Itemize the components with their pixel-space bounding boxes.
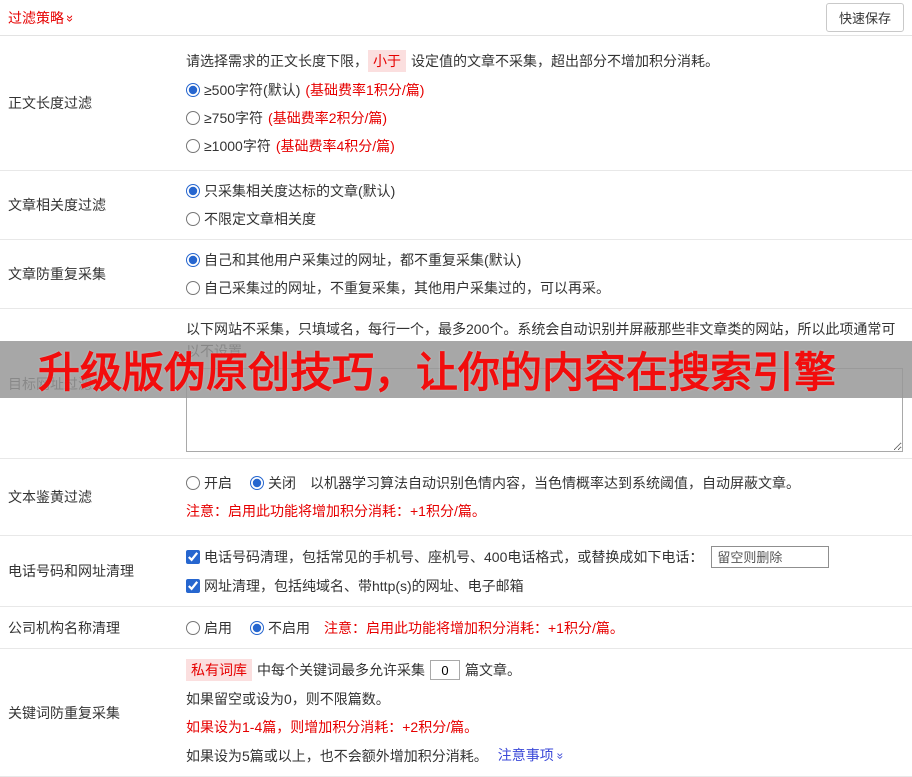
relevance-radio-qualified[interactable]	[186, 184, 200, 198]
option-fee: (基础费率2积分/篇)	[268, 110, 388, 126]
relevance-filter-content: 只采集相关度达标的文章(默认) 不限定文章相关度	[178, 171, 912, 239]
article-dedup-label: 文章防重复采集	[8, 266, 106, 282]
company-cleanup-radio-on[interactable]	[186, 620, 200, 635]
content-length-radio-500[interactable]	[186, 83, 200, 97]
option-label: 电话号码清理，包括常见的手机号、座机号、400电话格式，或替换成如下电话：	[204, 549, 704, 565]
content-length-desc: 请选择需求的正文长度下限， 小于 设定值的文章不采集，超出部分不增加积分消耗。	[186, 46, 904, 76]
option-label: 自己采集过的网址，不重复采集，其他用户采集过的，可以再采。	[204, 280, 610, 296]
option-label: 关闭	[268, 475, 296, 491]
porn-filter-cost-note: 注意：启用此功能将增加积分消耗：+1积分/篇。	[186, 503, 486, 519]
dedup-option-all-users: 自己和其他用户采集过的网址，都不重复采集(默认)	[186, 246, 904, 274]
relevance-radio-unlimited[interactable]	[186, 212, 200, 226]
section-relevance-filter: 文章相关度过滤 只采集相关度达标的文章(默认) 不限定文章相关度	[0, 171, 912, 240]
desc-text-post: 设定值的文章不采集，超出部分不增加积分消耗。	[411, 53, 719, 69]
url-cleanup-checkbox[interactable]	[186, 579, 200, 593]
dedup-radio-all-users[interactable]	[186, 253, 200, 267]
dedup-radio-self-only[interactable]	[186, 281, 200, 295]
company-cleanup-radio-off[interactable]	[250, 620, 264, 635]
section-porn-filter: 文本鉴黄过滤 开启 关闭 以机器学习算法自动识别色情内容，当色情概率达到系统阈值…	[0, 459, 912, 536]
max-articles-count-input[interactable]	[430, 660, 460, 680]
section-company-name-cleanup: 公司机构名称清理 启用 不启用 注意：启用此功能将增加积分消耗：+1积分/篇。	[0, 607, 912, 649]
desc-highlight-less-than: 小于	[368, 50, 406, 72]
option-label: 开启	[204, 475, 232, 491]
target-url-filter-content: 以下网站不采集，只填域名，每行一个，最多200个。系统会自动识别并屏蔽那些非文章…	[178, 309, 912, 458]
keyword-dedup-line4: 如果设为5篇或以上，也不会额外增加积分消耗。 注意事项»	[186, 741, 904, 770]
option-label: ≥1000字符	[204, 138, 271, 154]
option-label: 不启用	[268, 619, 310, 636]
section-target-url-filter: 目标网址过滤 以下网站不采集，只填域名，每行一个，最多200个。系统会自动识别并…	[0, 309, 912, 459]
phone-url-cleanup-label: 电话号码和网址清理	[8, 563, 134, 579]
phone-cleanup-checkbox[interactable]	[186, 550, 200, 564]
line1-text-post: 篇文章。	[465, 662, 521, 678]
section-phone-url-cleanup: 电话号码和网址清理 电话号码清理，包括常见的手机号、座机号、400电话格式，或替…	[0, 536, 912, 607]
porn-filter-options: 开启 关闭 以机器学习算法自动识别色情内容，当色情概率达到系统阈值，自动屏蔽文章…	[186, 469, 904, 497]
option-label: 启用	[204, 619, 232, 636]
section-content-length-filter: 正文长度过滤 请选择需求的正文长度下限， 小于 设定值的文章不采集，超出部分不增…	[0, 36, 912, 171]
keyword-dedup-cost-note: 如果设为1-4篇，则增加积分消耗：+2积分/篇。	[186, 719, 479, 735]
keyword-dedup-line1: 私有词库 中每个关键词最多允许采集 篇文章。	[186, 655, 904, 685]
porn-filter-content: 开启 关闭 以机器学习算法自动识别色情内容，当色情概率达到系统阈值，自动屏蔽文章…	[178, 459, 912, 535]
double-chevron-down-icon: »	[63, 14, 79, 22]
content-length-option-1000: ≥1000字符 (基础费率4积分/篇)	[186, 132, 904, 160]
page-header: 过滤策略» 快速保存	[0, 0, 912, 36]
target-url-filter-label: 目标网址过滤	[8, 375, 92, 392]
notes-link[interactable]: 注意事项»	[497, 745, 567, 766]
section-article-dedup: 文章防重复采集 自己和其他用户采集过的网址，都不重复采集(默认) 自己采集过的网…	[0, 240, 912, 309]
quick-save-button[interactable]: 快速保存	[825, 3, 904, 32]
desc-text-pre: 请选择需求的正文长度下限，	[186, 53, 368, 69]
keyword-dedup-content: 私有词库 中每个关键词最多允许采集 篇文章。 如果留空或设为0，则不限篇数。 如…	[178, 649, 912, 776]
porn-filter-radio-off[interactable]	[250, 476, 264, 490]
page-title-text: 过滤策略	[8, 9, 64, 26]
phone-cleanup-option: 电话号码清理，包括常见的手机号、座机号、400电话格式，或替换成如下电话：	[186, 542, 904, 572]
company-cleanup-options: 启用 不启用 注意：启用此功能将增加积分消耗：+1积分/篇。	[186, 614, 904, 642]
target-url-blacklist-textarea[interactable]	[186, 367, 903, 452]
option-label: 只采集相关度达标的文章(默认)	[204, 183, 396, 199]
target-url-desc: 以下网站不采集，只填域名，每行一个，最多200个。系统会自动识别并屏蔽那些非文章…	[186, 320, 896, 359]
phone-url-cleanup-content: 电话号码清理，包括常见的手机号、座机号、400电话格式，或替换成如下电话： 网址…	[178, 536, 912, 606]
keyword-dedup-line2: 如果留空或设为0，则不限篇数。	[186, 691, 390, 707]
double-chevron-down-icon: »	[553, 752, 568, 760]
replacement-phone-input[interactable]	[711, 546, 830, 568]
keyword-dedup-label: 关键词防重复采集	[8, 704, 120, 721]
dedup-option-self-only: 自己采集过的网址，不重复采集，其他用户采集过的，可以再采。	[186, 274, 904, 302]
option-label: 网址清理，包括纯域名、带http(s)的网址、电子邮箱	[204, 578, 524, 594]
content-length-filter-content: 请选择需求的正文长度下限， 小于 设定值的文章不采集，超出部分不增加积分消耗。 …	[178, 36, 912, 170]
option-label: ≥750字符	[204, 110, 264, 126]
content-length-radio-1000[interactable]	[186, 139, 200, 153]
option-fee: (基础费率1积分/篇)	[305, 82, 425, 98]
porn-filter-desc: 以机器学习算法自动识别色情内容，当色情概率达到系统阈值，自动屏蔽文章。	[310, 475, 800, 491]
porn-filter-label: 文本鉴黄过滤	[8, 489, 92, 505]
url-cleanup-option: 网址清理，包括纯域名、带http(s)的网址、电子邮箱	[186, 572, 904, 600]
relevance-filter-label: 文章相关度过滤	[8, 197, 106, 213]
option-fee: (基础费率4积分/篇)	[275, 138, 395, 154]
article-dedup-content: 自己和其他用户采集过的网址，都不重复采集(默认) 自己采集过的网址，不重复采集，…	[178, 240, 912, 308]
relevance-option-qualified: 只采集相关度达标的文章(默认)	[186, 177, 904, 205]
company-cleanup-content: 启用 不启用 注意：启用此功能将增加积分消耗：+1积分/篇。	[178, 607, 912, 648]
option-label: 自己和其他用户采集过的网址，都不重复采集(默认)	[204, 252, 522, 268]
content-length-filter-label: 正文长度过滤	[8, 95, 92, 111]
section-keyword-dedup: 关键词防重复采集 私有词库 中每个关键词最多允许采集 篇文章。 如果留空或设为0…	[0, 649, 912, 777]
notes-link-text: 注意事项	[497, 747, 554, 763]
company-cleanup-cost-note: 注意：启用此功能将增加积分消耗：+1积分/篇。	[324, 619, 624, 636]
company-cleanup-label: 公司机构名称清理	[8, 619, 120, 636]
content-length-option-750: ≥750字符 (基础费率2积分/篇)	[186, 104, 904, 132]
line4-text: 如果设为5篇或以上，也不会额外增加积分消耗。	[186, 747, 488, 764]
content-length-option-500: ≥500字符(默认) (基础费率1积分/篇)	[186, 76, 904, 104]
line1-text: 中每个关键词最多允许采集	[257, 662, 425, 678]
page-title[interactable]: 过滤策略»	[8, 8, 78, 28]
relevance-option-unlimited: 不限定文章相关度	[186, 205, 904, 233]
option-label: ≥500字符(默认)	[204, 82, 301, 98]
porn-filter-radio-on[interactable]	[186, 476, 200, 490]
content-length-radio-750[interactable]	[186, 111, 200, 125]
private-lexicon-highlight: 私有词库	[186, 659, 252, 681]
option-label: 不限定文章相关度	[204, 211, 316, 227]
